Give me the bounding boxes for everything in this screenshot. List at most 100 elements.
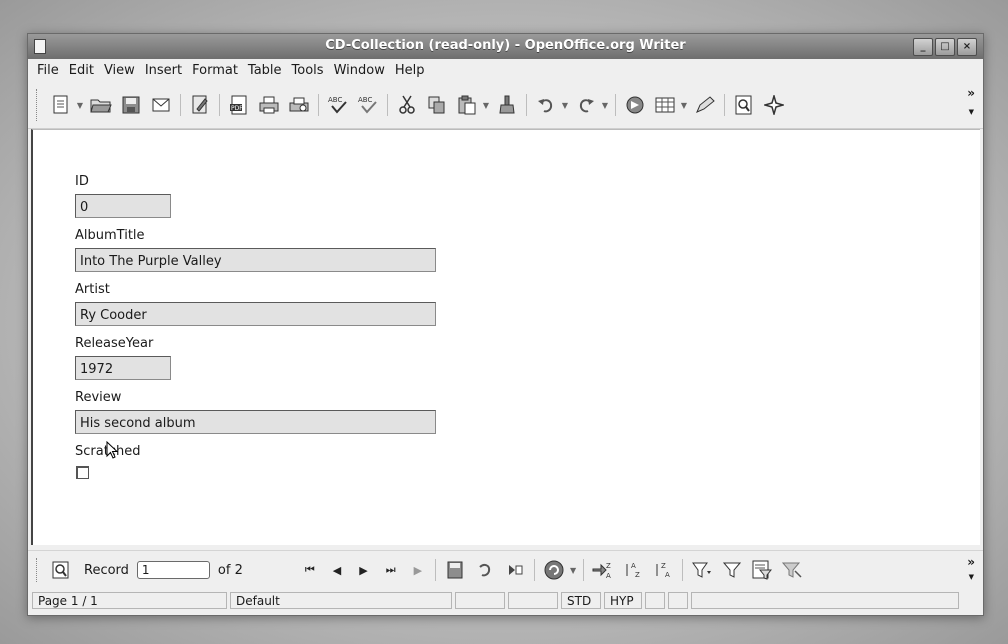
spellcheck-icon[interactable]: ABC (327, 94, 349, 116)
first-record-icon[interactable]: ⏮ (305, 563, 315, 577)
record-label: Record (84, 562, 129, 578)
last-record-icon[interactable]: ⏭ (386, 563, 396, 577)
close-button[interactable]: × (957, 38, 977, 56)
navbar-more-chevron-icon[interactable]: » (967, 555, 975, 569)
menu-insert[interactable]: Insert (140, 63, 187, 78)
redo-icon[interactable] (575, 94, 597, 116)
standard-filter-icon[interactable] (751, 559, 773, 581)
menu-file[interactable]: File (32, 63, 64, 78)
new-dropdown-icon[interactable]: ▼ (76, 101, 84, 110)
autospellcheck-icon[interactable]: ABC (357, 94, 379, 116)
object-info-cell (691, 592, 959, 609)
redo-dropdown-icon[interactable]: ▼ (601, 101, 609, 110)
save-icon[interactable] (120, 94, 142, 116)
toolbar-separator (724, 94, 725, 116)
title-bar[interactable]: CD-Collection (read-only) - OpenOffice.o… (28, 34, 983, 59)
save-record-icon[interactable] (444, 559, 466, 581)
navbar-separator (534, 559, 536, 581)
id-field[interactable]: 0 (75, 194, 171, 218)
insert-mode-cell[interactable] (508, 592, 558, 609)
release-year-field[interactable]: 1972 (75, 356, 171, 380)
svg-text:Z: Z (635, 571, 640, 579)
navbar-separator (682, 559, 684, 581)
menu-view[interactable]: View (99, 63, 140, 78)
sort-ascending-icon[interactable]: AZ (622, 559, 644, 581)
svg-text:A: A (665, 571, 670, 579)
copy-icon[interactable] (426, 94, 448, 116)
maximize-button[interactable]: □ (935, 38, 955, 56)
review-field[interactable]: His second album (75, 410, 436, 434)
form-find-icon[interactable] (50, 559, 72, 581)
document-area[interactable]: ID 0 AlbumTitle Into The Purple Valley A… (31, 129, 980, 545)
new-icon[interactable] (50, 94, 72, 116)
toolbar-separator (219, 94, 220, 116)
undo-icon[interactable] (535, 94, 557, 116)
apply-filter-icon[interactable] (721, 559, 743, 581)
toolbar-separator (387, 94, 388, 116)
toolbar-separator (615, 94, 616, 116)
toolbar-separator (318, 94, 319, 116)
svg-text:PDF: PDF (231, 105, 243, 112)
review-label: Review (75, 390, 122, 405)
minimize-button[interactable]: _ (913, 38, 933, 56)
menu-bar: File Edit View Insert Format Table Tools… (28, 59, 983, 81)
sort-descending-icon[interactable]: ZA (652, 559, 674, 581)
cut-icon[interactable] (396, 94, 418, 116)
artist-label: Artist (75, 282, 110, 297)
navigator-icon[interactable] (624, 94, 646, 116)
reset-filter-icon[interactable] (781, 559, 803, 581)
menu-tools[interactable]: Tools (287, 63, 329, 78)
paste-icon[interactable] (456, 94, 478, 116)
autofilter-icon[interactable] (691, 559, 713, 581)
page-style[interactable]: Default (230, 592, 452, 609)
menu-table[interactable]: Table (243, 63, 287, 78)
menu-window[interactable]: Window (329, 63, 390, 78)
email-icon[interactable] (150, 94, 172, 116)
draw-functions-icon[interactable] (694, 94, 716, 116)
toolbar-grip[interactable] (36, 89, 40, 121)
find-icon[interactable] (733, 94, 755, 116)
delete-record-icon[interactable] (504, 559, 526, 581)
scratched-checkbox[interactable] (76, 466, 89, 479)
svg-text:Z: Z (606, 562, 611, 570)
print-icon[interactable] (258, 94, 280, 116)
menu-help[interactable]: Help (390, 63, 430, 78)
table-dropdown-icon[interactable]: ▼ (680, 101, 688, 110)
edit-file-icon[interactable] (189, 94, 211, 116)
new-record-icon[interactable]: ▶ (414, 564, 422, 577)
album-title-field[interactable]: Into The Purple Valley (75, 248, 436, 272)
navbar-more-arrow-icon[interactable]: ▼ (969, 573, 974, 581)
navbar-grip[interactable] (36, 558, 40, 582)
format-paintbrush-icon[interactable] (496, 94, 518, 116)
svg-text:A: A (631, 562, 636, 570)
writer-window: CD-Collection (read-only) - OpenOffice.o… (27, 33, 984, 616)
album-title-label: AlbumTitle (75, 228, 145, 243)
gallery-icon[interactable] (763, 94, 785, 116)
undo-dropdown-icon[interactable]: ▼ (561, 101, 569, 110)
standard-toolbar: ▼ PDF ABC ABC ▼ ▼ ▼ ▼ » ▼ (28, 82, 983, 129)
selection-mode[interactable]: STD (561, 592, 601, 609)
undo-record-icon[interactable] (474, 559, 496, 581)
print-preview-icon[interactable] (288, 94, 310, 116)
zoom-cell[interactable] (455, 592, 505, 609)
artist-field[interactable]: Ry Cooder (75, 302, 436, 326)
export-pdf-icon[interactable]: PDF (228, 94, 250, 116)
page-indicator[interactable]: Page 1 / 1 (32, 592, 227, 609)
release-year-label: ReleaseYear (75, 336, 154, 351)
sort-icon[interactable]: ZA (592, 559, 614, 581)
refresh-dropdown-icon[interactable]: ▼ (569, 566, 577, 575)
paste-dropdown-icon[interactable]: ▼ (482, 101, 490, 110)
hyperlink-mode[interactable]: HYP (604, 592, 642, 609)
record-number-input[interactable]: 1 (136, 561, 210, 579)
navbar-separator (435, 559, 437, 581)
open-icon[interactable] (90, 94, 112, 116)
previous-record-icon[interactable]: ◀ (333, 564, 341, 577)
refresh-icon[interactable] (543, 559, 565, 581)
signature-indicator (668, 592, 688, 609)
toolbar-more-arrow-icon[interactable]: ▼ (969, 108, 974, 116)
table-icon[interactable] (654, 94, 676, 116)
toolbar-more-chevron-icon[interactable]: » (967, 86, 975, 100)
menu-format[interactable]: Format (187, 63, 243, 78)
next-record-icon[interactable]: ▶ (359, 564, 367, 577)
menu-edit[interactable]: Edit (64, 63, 99, 78)
